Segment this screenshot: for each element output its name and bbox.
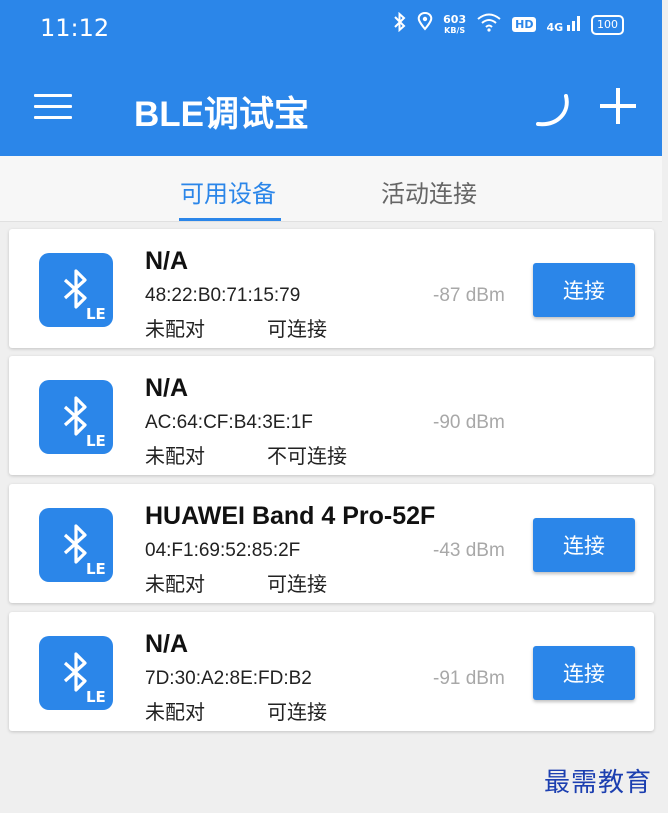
tab-bar: 可用设备 活动连接	[0, 156, 662, 222]
device-bond-state: 未配对	[145, 700, 205, 724]
device-connectable: 可连接	[267, 700, 327, 724]
connect-button[interactable]: 连接	[533, 518, 635, 572]
add-icon[interactable]	[598, 86, 638, 126]
device-card[interactable]: LE N/A AC:64:CF:B4:3E:1F 未配对 不可连接 -90 dB…	[9, 356, 654, 475]
svg-text:LE: LE	[86, 432, 106, 450]
hd-icon: HD	[512, 17, 537, 32]
tab-available-devices[interactable]: 可用设备	[180, 174, 276, 209]
device-connectable: 可连接	[267, 317, 327, 341]
svg-text:LE: LE	[86, 560, 106, 578]
svg-text:LE: LE	[86, 688, 106, 706]
wifi-icon	[476, 12, 502, 37]
device-bond-state: 未配对	[145, 317, 205, 341]
device-rssi: -90 dBm	[433, 412, 505, 433]
bluetooth-le-icon: LE	[39, 508, 113, 582]
device-card[interactable]: LE HUAWEI Band 4 Pro-52F 04:F1:69:52:85:…	[9, 484, 654, 603]
device-card[interactable]: LE N/A 48:22:B0:71:15:79 未配对 可连接 -87 dBm…	[9, 229, 654, 348]
bluetooth-status-icon	[393, 11, 407, 37]
tab-indicator	[179, 218, 281, 221]
status-icons: 603 KB/S HD 4G 100	[393, 11, 624, 37]
device-mac: AC:64:CF:B4:3E:1F	[145, 412, 313, 433]
device-mac: 48:22:B0:71:15:79	[145, 285, 301, 306]
device-rssi: -43 dBm	[433, 540, 505, 561]
bluetooth-le-icon: LE	[39, 636, 113, 710]
location-icon	[417, 11, 433, 37]
svg-text:LE: LE	[86, 305, 106, 323]
device-rssi: -91 dBm	[433, 668, 505, 689]
bluetooth-le-icon: LE	[39, 253, 113, 327]
connect-button[interactable]: 连接	[533, 263, 635, 317]
device-mac: 7D:30:A2:8E:FD:B2	[145, 668, 312, 689]
device-name: N/A	[145, 630, 189, 658]
page-title: BLE调试宝	[134, 95, 310, 134]
bluetooth-le-icon: LE	[39, 380, 113, 454]
device-card[interactable]: LE N/A 7D:30:A2:8E:FD:B2 未配对 可连接 -91 dBm…	[9, 612, 654, 731]
connect-button[interactable]: 连接	[533, 646, 635, 700]
device-rssi: -87 dBm	[433, 285, 505, 306]
signal-icon: 4G	[546, 15, 581, 34]
device-connectable: 可连接	[267, 572, 327, 596]
device-name: HUAWEI Band 4 Pro-52F	[145, 502, 436, 530]
watermark: 最需教育	[544, 768, 653, 798]
device-name: N/A	[145, 247, 189, 275]
device-bond-state: 未配对	[145, 572, 205, 596]
net-speed: 603 KB/S	[443, 12, 467, 35]
status-time: 11:12	[40, 14, 110, 42]
device-connectable: 不可连接	[267, 444, 347, 468]
device-name: N/A	[145, 374, 189, 402]
tab-active-connections[interactable]: 活动连接	[381, 174, 477, 209]
menu-icon[interactable]	[34, 94, 72, 120]
app-bar: 11:12 603 KB/S HD 4G 100 BLE调试宝	[0, 0, 662, 156]
battery-icon: 100	[591, 14, 624, 35]
device-bond-state: 未配对	[145, 444, 205, 468]
device-mac: 04:F1:69:52:85:2F	[145, 540, 301, 561]
spinner-icon	[534, 92, 570, 130]
